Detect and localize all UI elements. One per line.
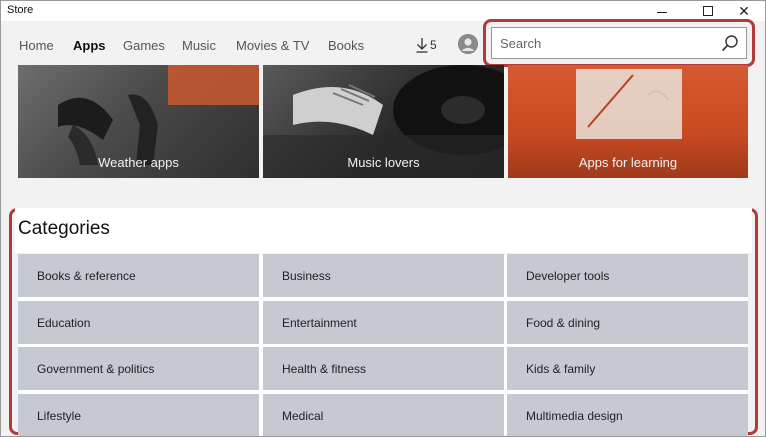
- close-icon: ✕: [738, 2, 750, 19]
- search-highlight: Search: [483, 19, 755, 67]
- search-placeholder: Search: [500, 35, 542, 51]
- category-food-dining[interactable]: Food & dining: [507, 301, 748, 344]
- search-icon: [721, 35, 738, 52]
- category-developer-tools[interactable]: Developer tools: [507, 254, 748, 297]
- account-button[interactable]: [458, 34, 478, 54]
- title-bar: Store ✕: [1, 1, 765, 21]
- close-button[interactable]: ✕: [721, 1, 765, 21]
- maximize-icon: [703, 6, 713, 16]
- minimize-icon: [657, 11, 667, 13]
- category-lifestyle[interactable]: Lifestyle: [18, 394, 259, 436]
- download-icon: [416, 38, 428, 53]
- nav-books[interactable]: Books: [328, 38, 364, 53]
- category-medical[interactable]: Medical: [263, 394, 504, 436]
- category-education[interactable]: Education: [18, 301, 259, 344]
- categories-grid: Books & reference Business Developer too…: [18, 254, 748, 436]
- nav-home[interactable]: Home: [19, 38, 54, 53]
- categories-header: [15, 208, 752, 253]
- search-button[interactable]: [714, 28, 746, 58]
- category-kids-family[interactable]: Kids & family: [507, 347, 748, 390]
- nav-apps[interactable]: Apps: [73, 38, 106, 53]
- window-title: Store: [7, 4, 34, 16]
- category-multimedia-design[interactable]: Multimedia design: [507, 394, 748, 436]
- category-government-politics[interactable]: Government & politics: [18, 347, 259, 390]
- downloads-button[interactable]: 5: [416, 35, 437, 55]
- store-window: Store ✕ Home Apps Games Music Movies & T…: [0, 0, 766, 437]
- downloads-count: 5: [430, 38, 437, 52]
- categories-title: Categories: [18, 218, 110, 239]
- category-health-fitness[interactable]: Health & fitness: [263, 347, 504, 390]
- category-entertainment[interactable]: Entertainment: [263, 301, 504, 344]
- tile-label: Music lovers: [347, 155, 420, 170]
- tile-weather-apps[interactable]: Weather apps: [18, 65, 259, 178]
- account-icon: [458, 34, 478, 54]
- tile-apps-for-learning[interactable]: Apps for learning: [508, 65, 748, 178]
- tile-label: Weather apps: [98, 155, 179, 170]
- tile-label: Apps for learning: [578, 155, 678, 170]
- collection-tiles: Weather apps Music lovers Apps for learn…: [18, 65, 748, 178]
- nav-games[interactable]: Games: [123, 38, 165, 53]
- nav-music[interactable]: Music: [182, 38, 216, 53]
- minimize-button[interactable]: [639, 1, 685, 21]
- category-books-reference[interactable]: Books & reference: [18, 254, 259, 297]
- nav-movies-tv[interactable]: Movies & TV: [236, 38, 309, 53]
- search-input[interactable]: Search: [491, 27, 747, 59]
- category-business[interactable]: Business: [263, 254, 504, 297]
- tile-music-lovers[interactable]: Music lovers: [263, 65, 504, 178]
